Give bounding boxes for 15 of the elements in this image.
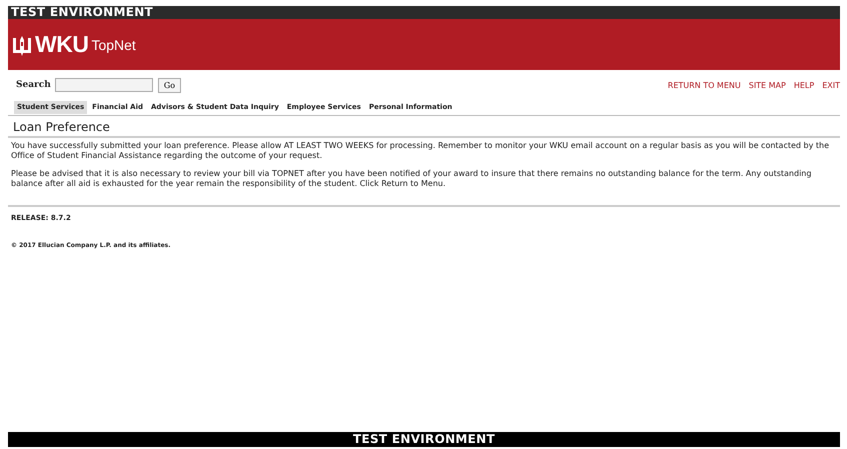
environment-banner: TEST ENVIRONMENT (8, 432, 840, 447)
search-label: Search (16, 80, 51, 90)
nav-link[interactable]: RETURN TO MENU (668, 80, 741, 90)
environment-banner: TEST ENVIRONMENT (8, 6, 840, 19)
nav-link[interactable]: HELP (794, 80, 814, 90)
nav-link[interactable]: EXIT (822, 80, 840, 90)
search-field[interactable] (54, 78, 153, 92)
info-text: Please be advised that it is also necessary to review your bill via TOPNET after you have been notified of your award to insure that there remains no outstanding balance for the term. Any outstanding balance after all aid is exhausted for the year remain the responsibility of the student. Click Return to Menu. (11, 169, 812, 189)
tower-icon (12, 34, 32, 56)
info-text: You have successfully submitted your loan preference. Please allow AT LEAST TWO WEEKS for processing. Remember to monitor your WKU email account on a regular basis as you will be contacted by the Office of Student Financial Assistance regarding the outcome of your request. (11, 141, 830, 161)
page-title: Loan Preference (8, 116, 840, 138)
nav-link[interactable]: SITE MAP (748, 80, 786, 90)
app-name: TopNet (91, 36, 136, 52)
go-button[interactable]: Go (158, 78, 182, 92)
logo-text: WKU (35, 31, 88, 58)
